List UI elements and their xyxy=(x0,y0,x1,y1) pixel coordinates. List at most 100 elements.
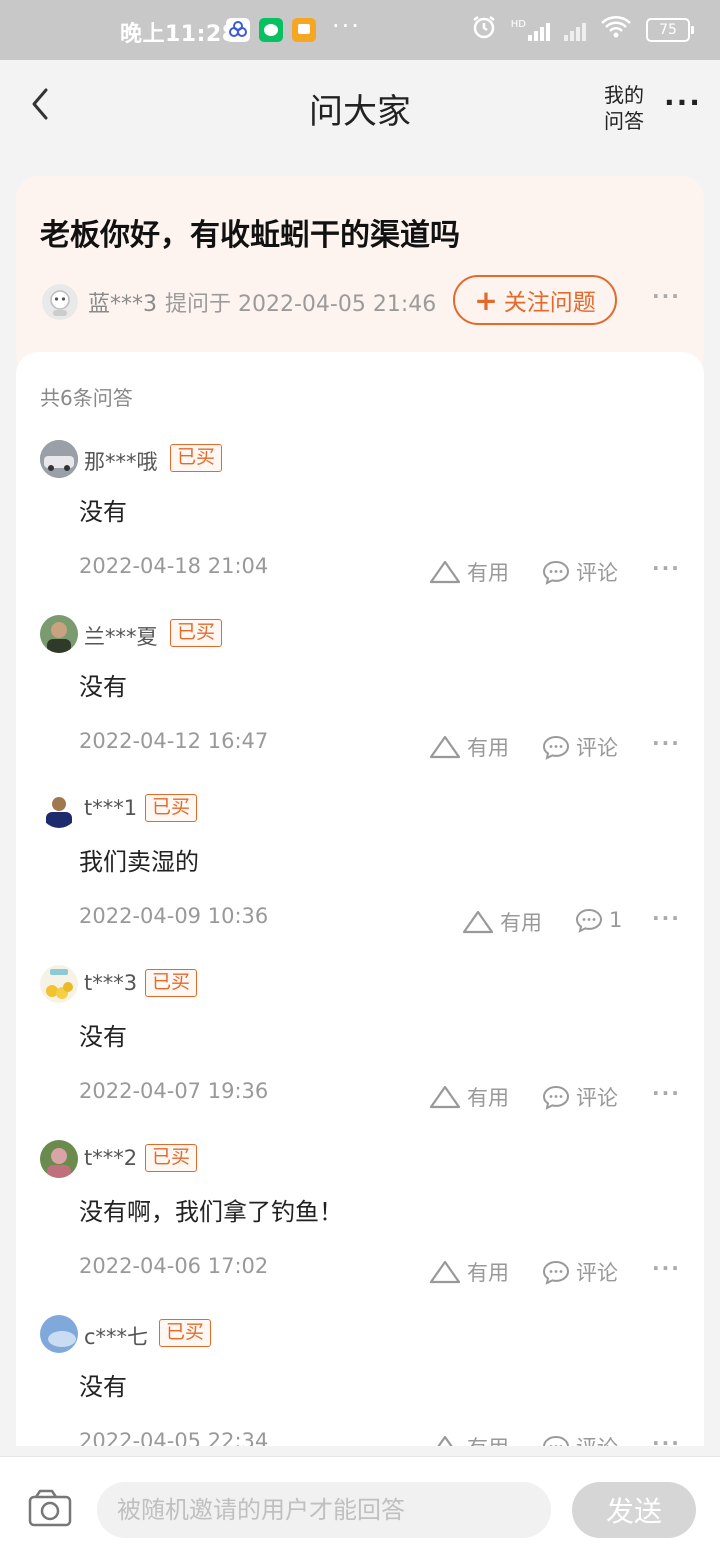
my-qa-label-1: 我的 xyxy=(604,83,644,107)
comment-button[interactable]: 评论 xyxy=(542,1257,618,1287)
follow-question-button[interactable]: + 关注问题 xyxy=(453,275,617,325)
bought-badge: 已买 xyxy=(145,794,198,822)
user-name: 那***哦 xyxy=(84,450,158,474)
network-type: HD xyxy=(510,19,526,30)
question-more-button[interactable]: ··· xyxy=(652,284,681,308)
camera-button[interactable] xyxy=(28,1489,72,1527)
answer-text: 没有 xyxy=(79,673,127,701)
answer-count: 共6条问答 xyxy=(40,386,133,410)
my-qa-label-2: 问答 xyxy=(604,109,644,133)
nav-header: 问大家 我的 问答 ··· xyxy=(0,60,720,160)
question-card: 老板你好，有收蚯蚓干的渠道吗 蓝***3 提问于 2022-04-05 21:46… xyxy=(16,176,704,376)
user-name: 兰***夏 xyxy=(84,625,158,649)
comment-label: 评论 xyxy=(576,1086,618,1110)
useful-label: 有用 xyxy=(467,1432,509,1446)
answer-text: 没有 xyxy=(79,498,127,526)
answer-text: 没有啊，我们拿了钓鱼！ xyxy=(79,1198,343,1226)
bought-badge: 已买 xyxy=(145,1144,198,1172)
answer-more-button[interactable]: ··· xyxy=(652,1431,681,1446)
my-qa-button[interactable]: 我的 问答 xyxy=(604,82,644,134)
comment-button[interactable]: 评论 xyxy=(542,1082,618,1112)
user-avatar xyxy=(40,440,78,478)
answer-more-button[interactable]: ··· xyxy=(652,1081,681,1105)
answer-date: 2022-04-07 19:36 xyxy=(79,1079,269,1103)
useful-label: 有用 xyxy=(467,561,509,585)
signal-icon xyxy=(564,19,586,41)
answer-more-button[interactable]: ··· xyxy=(652,1256,681,1280)
answer-item: c***七 已买 没有 2022-04-05 22:34 有用 评论 ··· xyxy=(16,1315,704,1446)
answer-input[interactable] xyxy=(97,1482,551,1538)
useful-label: 有用 xyxy=(500,911,542,935)
signal-hd-icon: HD xyxy=(511,19,550,41)
answer-item: 兰***夏 已买 没有 2022-04-12 16:47 有用 评论 ··· xyxy=(16,615,704,790)
answer-more-button[interactable]: ··· xyxy=(652,906,681,930)
wifi-icon xyxy=(600,15,632,45)
triangle-up-icon xyxy=(429,1085,461,1109)
user-avatar xyxy=(40,615,78,653)
plus-icon: + xyxy=(474,283,498,317)
triangle-up-icon xyxy=(429,560,461,584)
asker-name: 蓝***3 xyxy=(88,292,157,317)
comment-label: 评论 xyxy=(576,736,618,760)
comment-label: 评论 xyxy=(576,1261,618,1285)
comment-button[interactable]: 评论 xyxy=(542,1432,618,1446)
user-avatar xyxy=(40,1315,78,1353)
answer-text: 没有 xyxy=(79,1023,127,1051)
asked-time: 提问于 2022-04-05 21:46 xyxy=(165,292,437,317)
comment-bubble-icon xyxy=(542,1085,570,1110)
asker-avatar xyxy=(42,284,78,320)
useful-button[interactable]: 有用 xyxy=(429,1432,509,1446)
useful-button[interactable]: 有用 xyxy=(429,732,509,762)
status-indicators: HD 75 xyxy=(471,14,694,46)
answer-item: t***1 已买 我们卖湿的 2022-04-09 10:36 有用 1 ··· xyxy=(16,790,704,965)
question-title: 老板你好，有收蚯蚓干的渠道吗 xyxy=(40,218,460,253)
bought-badge: 已买 xyxy=(170,619,223,647)
comment-button[interactable]: 1 xyxy=(575,907,622,933)
follow-label: 关注问题 xyxy=(503,290,596,316)
user-name: t***2 xyxy=(84,1146,138,1170)
answer-text: 我们卖湿的 xyxy=(79,848,199,876)
triangle-up-icon xyxy=(462,910,494,934)
useful-label: 有用 xyxy=(467,1261,509,1285)
answer-date: 2022-04-05 22:34 xyxy=(79,1429,269,1446)
useful-label: 有用 xyxy=(467,1086,509,1110)
bought-badge: 已买 xyxy=(170,444,223,472)
answer-more-button[interactable]: ··· xyxy=(652,556,681,580)
user-name: t***3 xyxy=(84,971,138,995)
triangle-up-icon xyxy=(429,735,461,759)
more-options-button[interactable]: ··· xyxy=(664,86,702,119)
comment-bubble-icon xyxy=(543,1435,569,1446)
user-avatar xyxy=(40,965,78,1003)
status-time: 晚上11:28 xyxy=(120,22,238,47)
useful-button[interactable]: 有用 xyxy=(429,1082,509,1112)
status-more-dots: ··· xyxy=(332,12,361,40)
comment-bubble-icon xyxy=(575,908,603,933)
user-avatar xyxy=(40,790,78,828)
alarm-icon xyxy=(471,14,497,46)
comment-button[interactable]: 评论 xyxy=(542,732,618,762)
comment-bubble-icon xyxy=(542,735,570,760)
answer-date: 2022-04-06 17:02 xyxy=(79,1254,269,1278)
comment-button[interactable]: 评论 xyxy=(542,557,618,587)
user-avatar xyxy=(40,1140,78,1178)
comment-count: 1 xyxy=(609,908,623,932)
question-meta: 蓝***3 提问于 2022-04-05 21:46 xyxy=(88,286,436,318)
triangle-up-icon xyxy=(429,1260,461,1284)
useful-button[interactable]: 有用 xyxy=(462,907,542,937)
bought-badge: 已买 xyxy=(145,969,198,997)
baidu-app-icon xyxy=(226,18,250,42)
send-button[interactable]: 发送 xyxy=(572,1482,696,1538)
triangle-up-icon xyxy=(437,1435,453,1446)
comment-bubble-icon xyxy=(542,560,570,585)
reply-bar: 发送 xyxy=(0,1456,720,1561)
bought-badge: 已买 xyxy=(159,1319,212,1347)
comment-label: 评论 xyxy=(576,1432,618,1446)
answer-more-button[interactable]: ··· xyxy=(652,731,681,755)
camera-icon xyxy=(28,1489,72,1527)
useful-button[interactable]: 有用 xyxy=(429,557,509,587)
comment-bubble-icon xyxy=(542,1260,570,1285)
answer-list: 共6条问答 那***哦 已买 没有 2022-04-18 21:04 有用 评论… xyxy=(16,352,704,1446)
user-name: t***1 xyxy=(84,796,138,820)
battery-icon: 75 xyxy=(646,18,694,42)
useful-button[interactable]: 有用 xyxy=(429,1257,509,1287)
